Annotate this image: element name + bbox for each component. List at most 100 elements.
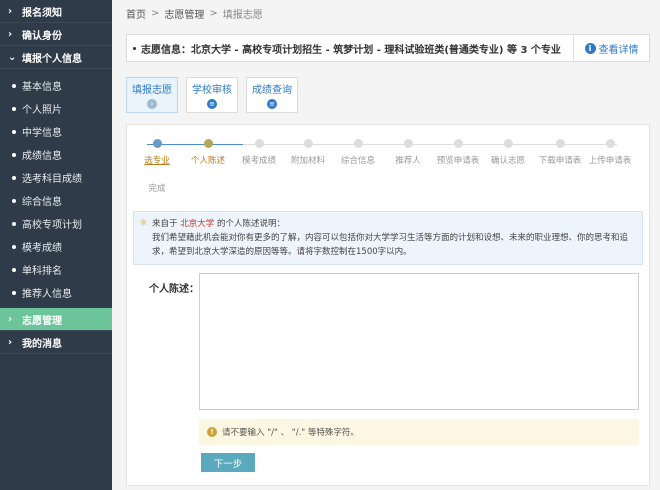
sidebar-sub-label: 推荐人信息 [22, 289, 72, 300]
sidebar-sub-label: 模考成绩 [22, 243, 62, 254]
step-label: 附加材料 [290, 156, 325, 166]
sidebar-item-label: 我的消息 [22, 338, 62, 350]
step-upload-form: 上传申请表 [585, 139, 635, 166]
step-label: 选专业 [144, 156, 170, 166]
step-personal-statement[interactable]: 个人陈述 [183, 139, 233, 166]
personal-statement-label: 个人陈述： [149, 284, 199, 295]
tab-school-review[interactable]: 学校审核 ≡ [186, 77, 238, 113]
sidebar-sub-recommender[interactable]: 推荐人信息 [0, 281, 112, 304]
chevron-right-icon: › [8, 313, 13, 325]
tab-label: 填报志愿 [132, 85, 172, 96]
step-node [203, 139, 213, 148]
step-download-form: 下载申请表 [535, 139, 585, 166]
chevron-right-icon: › [8, 28, 13, 40]
sidebar-sub-comprehensive[interactable]: 综合信息 [0, 189, 112, 212]
tab-bar: 填报志愿 › 学校审核 ≡ 成绩查询 ≡ [126, 77, 306, 113]
notice-suffix: 的个人陈述说明： [216, 219, 285, 229]
sidebar-item-label: 确认身份 [22, 30, 62, 42]
bullet-icon [12, 152, 16, 157]
view-details-link[interactable]: i 查看详情 [573, 35, 649, 61]
step-node [605, 139, 615, 148]
sidebar-item-messages[interactable]: › 我的消息 [0, 331, 112, 354]
info-icon: i [584, 42, 596, 54]
lightbulb-icon: ☼ [139, 218, 148, 229]
sidebar-sub-label: 个人照片 [22, 105, 62, 116]
step-label: 完成 [148, 184, 166, 194]
warning-text: 请不要输入 "/" 、 "/." 等特殊字符。 [222, 428, 359, 438]
tab-fill-application[interactable]: 填报志愿 › [126, 77, 178, 113]
chevron-right-icon: › [8, 336, 13, 348]
sidebar-item-label: 报名须知 [22, 7, 62, 19]
sidebar-sub-photo[interactable]: 个人照片 [0, 97, 112, 120]
bullet-icon [12, 198, 16, 203]
step-confirm-choices: 确认志愿 [483, 139, 533, 166]
sidebar-item-application[interactable]: › 志愿管理 [0, 308, 112, 331]
notice-school-name: 北京大学 [180, 219, 215, 229]
next-step-button[interactable]: 下一步 [201, 453, 255, 472]
sidebar-sub-label: 成绩信息 [22, 151, 62, 162]
step-preview-form: 预览申请表 [433, 139, 483, 166]
chevron-down-icon: ⌄ [8, 51, 17, 63]
sidebar-sub-label: 综合信息 [22, 197, 62, 208]
step-mock-scores: 模考成绩 [234, 139, 284, 166]
application-info-bar: 志愿信息：北京大学 - 高校专项计划招生 - 筑梦计划 - 理科试验班类(普通类… [126, 34, 650, 62]
step-label: 综合信息 [340, 156, 375, 166]
sidebar-sub-label: 高校专项计划 [22, 220, 82, 231]
sidebar-sub-label: 中学信息 [22, 128, 62, 139]
sidebar-sub-basic-info[interactable]: 基本信息 [0, 74, 112, 97]
step-node [353, 139, 363, 148]
sidebar-sub-mock-scores[interactable]: 模考成绩 [0, 235, 112, 258]
step-label: 上传申请表 [588, 156, 632, 166]
breadcrumb-home[interactable]: 首页 [126, 6, 146, 21]
step-label: 确认志愿 [490, 156, 525, 166]
tab-score-query[interactable]: 成绩查询 ≡ [246, 77, 298, 113]
sidebar-sub-ranking[interactable]: 单科排名 [0, 258, 112, 281]
chevron-right-icon: › [8, 5, 13, 17]
step-recommender: 推荐人 [383, 139, 433, 166]
notice-heading: 来自于 北京大学 的个人陈述说明： [152, 217, 634, 231]
step-node [403, 139, 413, 148]
bullet-icon [12, 175, 16, 180]
main-content: 首页 > 志愿管理 > 填报志愿 志愿信息：北京大学 - 高校专项计划招生 - … [112, 0, 660, 490]
bullet-icon [12, 244, 16, 249]
step-comprehensive-info: 综合信息 [333, 139, 383, 166]
sidebar-sub-scores[interactable]: 成绩信息 [0, 143, 112, 166]
bullet-icon [12, 290, 16, 295]
personal-statement-textarea[interactable] [199, 273, 639, 410]
sidebar-item-notice[interactable]: › 报名须知 [0, 0, 112, 23]
sidebar-sub-label: 基本信息 [22, 82, 62, 93]
application-info-text: 志愿信息：北京大学 - 高校专项计划招生 - 筑梦计划 - 理科试验班类(普通类… [141, 44, 561, 56]
breadcrumb-separator: > [209, 7, 218, 19]
tab-label: 成绩查询 [252, 85, 292, 96]
step-complete: 完成 [132, 182, 182, 194]
breadcrumb-section[interactable]: 志愿管理 [164, 6, 204, 21]
step-label: 推荐人 [395, 156, 421, 166]
arrow-circle-icon: › [147, 99, 157, 109]
step-node [303, 139, 313, 148]
sidebar-sub-school[interactable]: 中学信息 [0, 120, 112, 143]
bullet-icon [12, 129, 16, 134]
list-circle-icon: ≡ [207, 99, 217, 109]
step-select-major[interactable]: 选专业 [132, 139, 182, 166]
sidebar: › 报名须知 › 确认身份 ⌄ 填报个人信息 基本信息 个人照片 中学信息 成绩信息 … [0, 0, 112, 490]
bullet-icon [12, 83, 16, 88]
bullet-icon [12, 267, 16, 272]
step-label: 下载申请表 [538, 156, 582, 166]
step-node [254, 139, 264, 148]
breadcrumb-separator: > [151, 7, 160, 19]
step-label: 个人陈述 [190, 156, 225, 166]
bullet-icon [12, 221, 16, 226]
sidebar-sub-special-plan[interactable]: 高校专项计划 [0, 212, 112, 235]
sidebar-sub-label: 选考科目成绩 [22, 174, 82, 185]
step-node [503, 139, 513, 148]
breadcrumb-current: 填报志愿 [222, 9, 263, 21]
special-character-warning: ! 请不要输入 "/" 、 "/." 等特殊字符。 [199, 419, 639, 445]
sidebar-item-personal-info[interactable]: ⌄ 填报个人信息 [0, 46, 112, 69]
breadcrumb: 首页 > 志愿管理 > 填报志愿 [112, 0, 660, 26]
sidebar-item-identity[interactable]: › 确认身份 [0, 23, 112, 46]
step-node [555, 139, 565, 148]
step-label: 模考成绩 [241, 156, 276, 166]
sidebar-sub-elective-scores[interactable]: 选考科目成绩 [0, 166, 112, 189]
sidebar-item-label: 填报个人信息 [22, 53, 82, 65]
view-details-label: 查看详情 [598, 44, 639, 56]
